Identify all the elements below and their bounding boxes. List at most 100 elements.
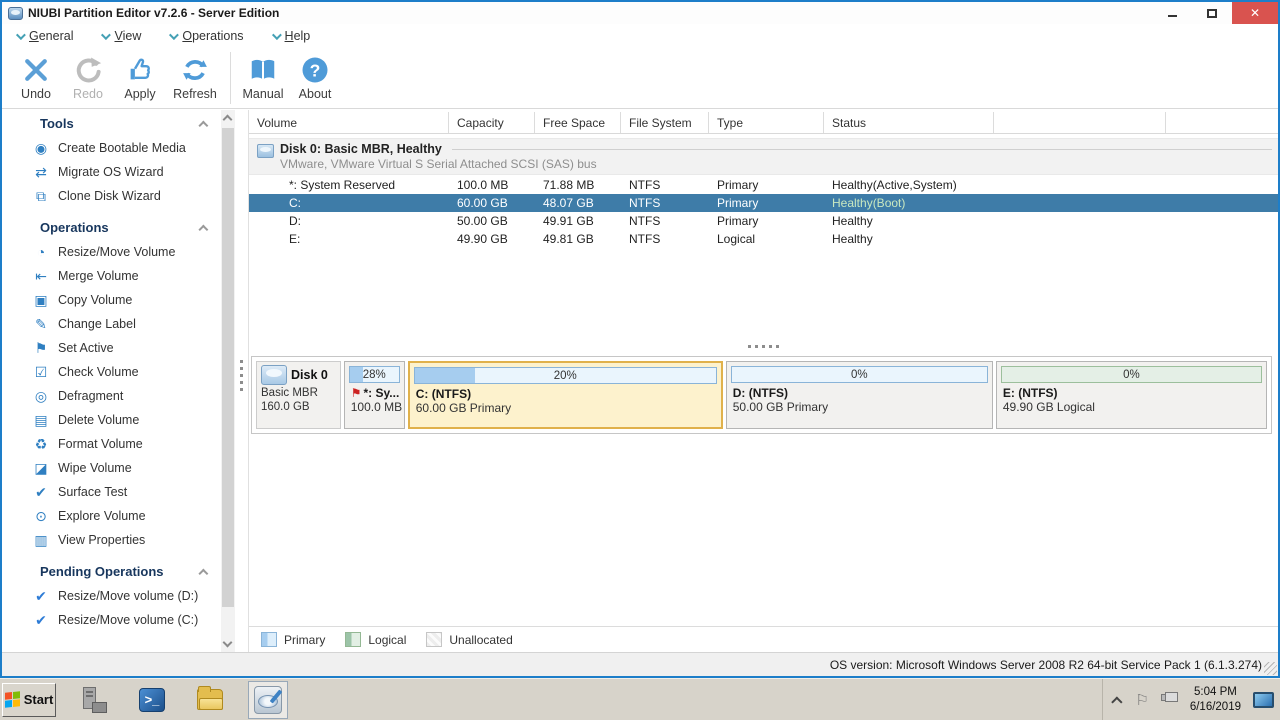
- column-header-status[interactable]: Status: [824, 112, 994, 133]
- sidebar-item-resize-move-volume[interactable]: ◔ Resize/Move Volume: [2, 240, 235, 264]
- sidebar-section-operations[interactable]: Operations: [2, 214, 235, 240]
- disk-info-block[interactable]: Disk 0 Basic MBR 160.0 GB: [256, 361, 341, 429]
- scroll-down-icon[interactable]: [222, 637, 233, 648]
- sidebar-item-view-properties[interactable]: ▥ View Properties: [2, 528, 235, 552]
- disk-icon: [261, 365, 287, 385]
- sidebar-item-set-active[interactable]: ⚑ Set Active: [2, 336, 235, 360]
- collapse-chevron-icon: [198, 568, 209, 579]
- system-tray: ⚐ 5:04 PM 6/16/2019: [1102, 679, 1280, 720]
- sidebar-item-clone-disk-wizard[interactable]: ⧉ Clone Disk Wizard: [2, 184, 235, 208]
- sidebar-item-copy-volume[interactable]: ▣ Copy Volume: [2, 288, 235, 312]
- defragment-icon: ◎: [34, 387, 48, 404]
- chevron-down-icon: [101, 29, 112, 40]
- column-header-volume[interactable]: Volume: [249, 112, 449, 133]
- collapse-chevron-icon: [198, 224, 209, 235]
- partition-label: E: (NTFS): [1002, 386, 1058, 400]
- disk-icon: [257, 144, 274, 158]
- sidebar-item-delete-volume[interactable]: ▤ Delete Volume: [2, 408, 235, 432]
- tray-clock[interactable]: 5:04 PM 6/16/2019: [1190, 685, 1241, 715]
- maximize-button[interactable]: [1192, 2, 1232, 24]
- powershell-icon: >_: [139, 687, 165, 712]
- sidebar-section-pending-operations[interactable]: Pending Operations: [2, 558, 235, 584]
- manual-button[interactable]: Manual: [237, 51, 289, 105]
- collapse-chevron-icon: [198, 120, 209, 131]
- sidebar-item-migrate-os-wizard[interactable]: ⇄ Migrate OS Wizard: [2, 160, 235, 184]
- sidebar-item-change-label[interactable]: ✎ Change Label: [2, 312, 235, 336]
- sidebar-item-merge-volume[interactable]: ⇤ Merge Volume: [2, 264, 235, 288]
- taskbar-niubi-button[interactable]: [248, 680, 288, 719]
- taskbar-server-manager-button[interactable]: [74, 681, 114, 719]
- sidebar-item-wipe-volume[interactable]: ◪ Wipe Volume: [2, 456, 235, 480]
- copy-volume-icon: ▣: [34, 291, 48, 308]
- resize-grip[interactable]: [1264, 662, 1277, 675]
- column-header-free-space[interactable]: Free Space: [535, 112, 621, 133]
- menu-general[interactable]: General: [15, 29, 73, 43]
- usage-bar: 0%: [1000, 366, 1262, 383]
- menu-operations[interactable]: Operations: [169, 29, 244, 43]
- view-properties-icon: ▥: [34, 531, 48, 548]
- table-row-d[interactable]: D: 50.00 GB 49.91 GB NTFS Primary Health…: [249, 212, 1278, 230]
- partition-block-c[interactable]: 20% C: (NTFS) 60.00 GB Primary: [407, 361, 723, 429]
- disk-map-panel: Disk 0 Basic MBR 160.0 GB 28% ⚑ *: Sy... …: [251, 356, 1272, 434]
- pending-operation-resize-move-d[interactable]: ✔ Resize/Move volume (D:): [2, 584, 235, 608]
- menu-view[interactable]: View: [101, 29, 141, 43]
- merge-volume-icon: ⇤: [35, 267, 47, 284]
- close-button[interactable]: ✕: [1232, 2, 1278, 24]
- menu-help[interactable]: Help: [271, 29, 310, 43]
- pending-operation-resize-move-c[interactable]: ✔ Resize/Move volume (C:): [2, 608, 235, 632]
- screen: NIUBI Partition Editor v7.2.6 - Server E…: [0, 0, 1280, 720]
- tray-expand-chevron-icon[interactable]: [1111, 695, 1123, 708]
- column-header-empty: [994, 112, 1166, 133]
- sidebar-item-explore-volume[interactable]: ⊙ Explore Volume: [2, 504, 235, 528]
- sidebar-item-defragment[interactable]: ◎ Defragment: [2, 384, 235, 408]
- horizontal-splitter[interactable]: [249, 340, 1278, 352]
- action-center-flag-icon[interactable]: ⚐: [1135, 691, 1148, 709]
- question-circle-icon: ?: [302, 57, 328, 83]
- start-button[interactable]: Start: [2, 682, 56, 717]
- partition-block-e[interactable]: 0% E: (NTFS) 49.90 GB Logical: [995, 361, 1267, 429]
- primary-swatch-icon: [261, 632, 277, 647]
- toolbar-separator: [230, 52, 231, 104]
- table-row-c[interactable]: C: 60.00 GB 48.07 GB NTFS Primary Health…: [249, 194, 1278, 212]
- undo-button[interactable]: Undo: [10, 51, 62, 105]
- sidebar-item-format-volume[interactable]: ♻ Format Volume: [2, 432, 235, 456]
- sidebar-item-surface-test[interactable]: ✔ Surface Test: [2, 480, 235, 504]
- partition-block-d[interactable]: 0% D: (NTFS) 50.00 GB Primary: [725, 361, 993, 429]
- scrollbar-thumb[interactable]: [222, 128, 234, 607]
- column-header-file-system[interactable]: File System: [621, 112, 709, 133]
- sidebar-scrollbar[interactable]: [221, 110, 235, 652]
- sidebar-item-create-bootable-media[interactable]: ◉ Create Bootable Media: [2, 136, 235, 160]
- divider: [451, 148, 1272, 150]
- vertical-splitter[interactable]: [235, 110, 248, 652]
- chevron-down-icon: [15, 29, 26, 40]
- refresh-button[interactable]: Refresh: [166, 51, 224, 105]
- clone-disk-icon: ⧉: [36, 187, 46, 204]
- menubar: General View Operations Help: [2, 24, 1278, 48]
- windows-logo-icon: [4, 691, 20, 708]
- scroll-up-icon[interactable]: [222, 114, 233, 125]
- niubi-app-icon: [254, 685, 283, 714]
- minimize-icon: [1167, 15, 1177, 17]
- display-icon[interactable]: [1253, 691, 1274, 708]
- minimize-button[interactable]: [1152, 2, 1192, 24]
- sidebar-section-tools[interactable]: Tools: [2, 110, 235, 136]
- table-row-system-reserved[interactable]: *: System Reserved 100.0 MB 71.88 MB NTF…: [249, 176, 1278, 194]
- legend-unallocated: Unallocated: [426, 632, 513, 647]
- column-header-type[interactable]: Type: [709, 112, 824, 133]
- apply-button[interactable]: Apply: [114, 51, 166, 105]
- column-header-capacity[interactable]: Capacity: [449, 112, 535, 133]
- network-icon[interactable]: [1160, 692, 1178, 707]
- partition-label: C: (NTFS): [415, 387, 472, 401]
- table-row-e[interactable]: E: 49.90 GB 49.81 GB NTFS Logical Health…: [249, 230, 1278, 248]
- about-button[interactable]: ? About: [289, 51, 341, 105]
- unallocated-swatch-icon: [426, 632, 443, 647]
- disk-group-row[interactable]: Disk 0: Basic MBR, Healthy VMware, VMwar…: [249, 138, 1278, 175]
- taskbar-powershell-button[interactable]: >_: [132, 681, 172, 719]
- sidebar-item-check-volume[interactable]: ☑ Check Volume: [2, 360, 235, 384]
- taskbar-file-explorer-button[interactable]: [190, 681, 230, 719]
- check-volume-icon: ☑: [34, 363, 48, 380]
- resize-move-icon: ◔: [36, 244, 46, 260]
- partition-block-system-reserved[interactable]: 28% ⚑ *: Sy... 100.0 MB: [343, 361, 405, 429]
- volume-rows: *: System Reserved 100.0 MB 71.88 MB NTF…: [249, 176, 1278, 248]
- legend: Primary Logical Unallocated: [249, 626, 1278, 652]
